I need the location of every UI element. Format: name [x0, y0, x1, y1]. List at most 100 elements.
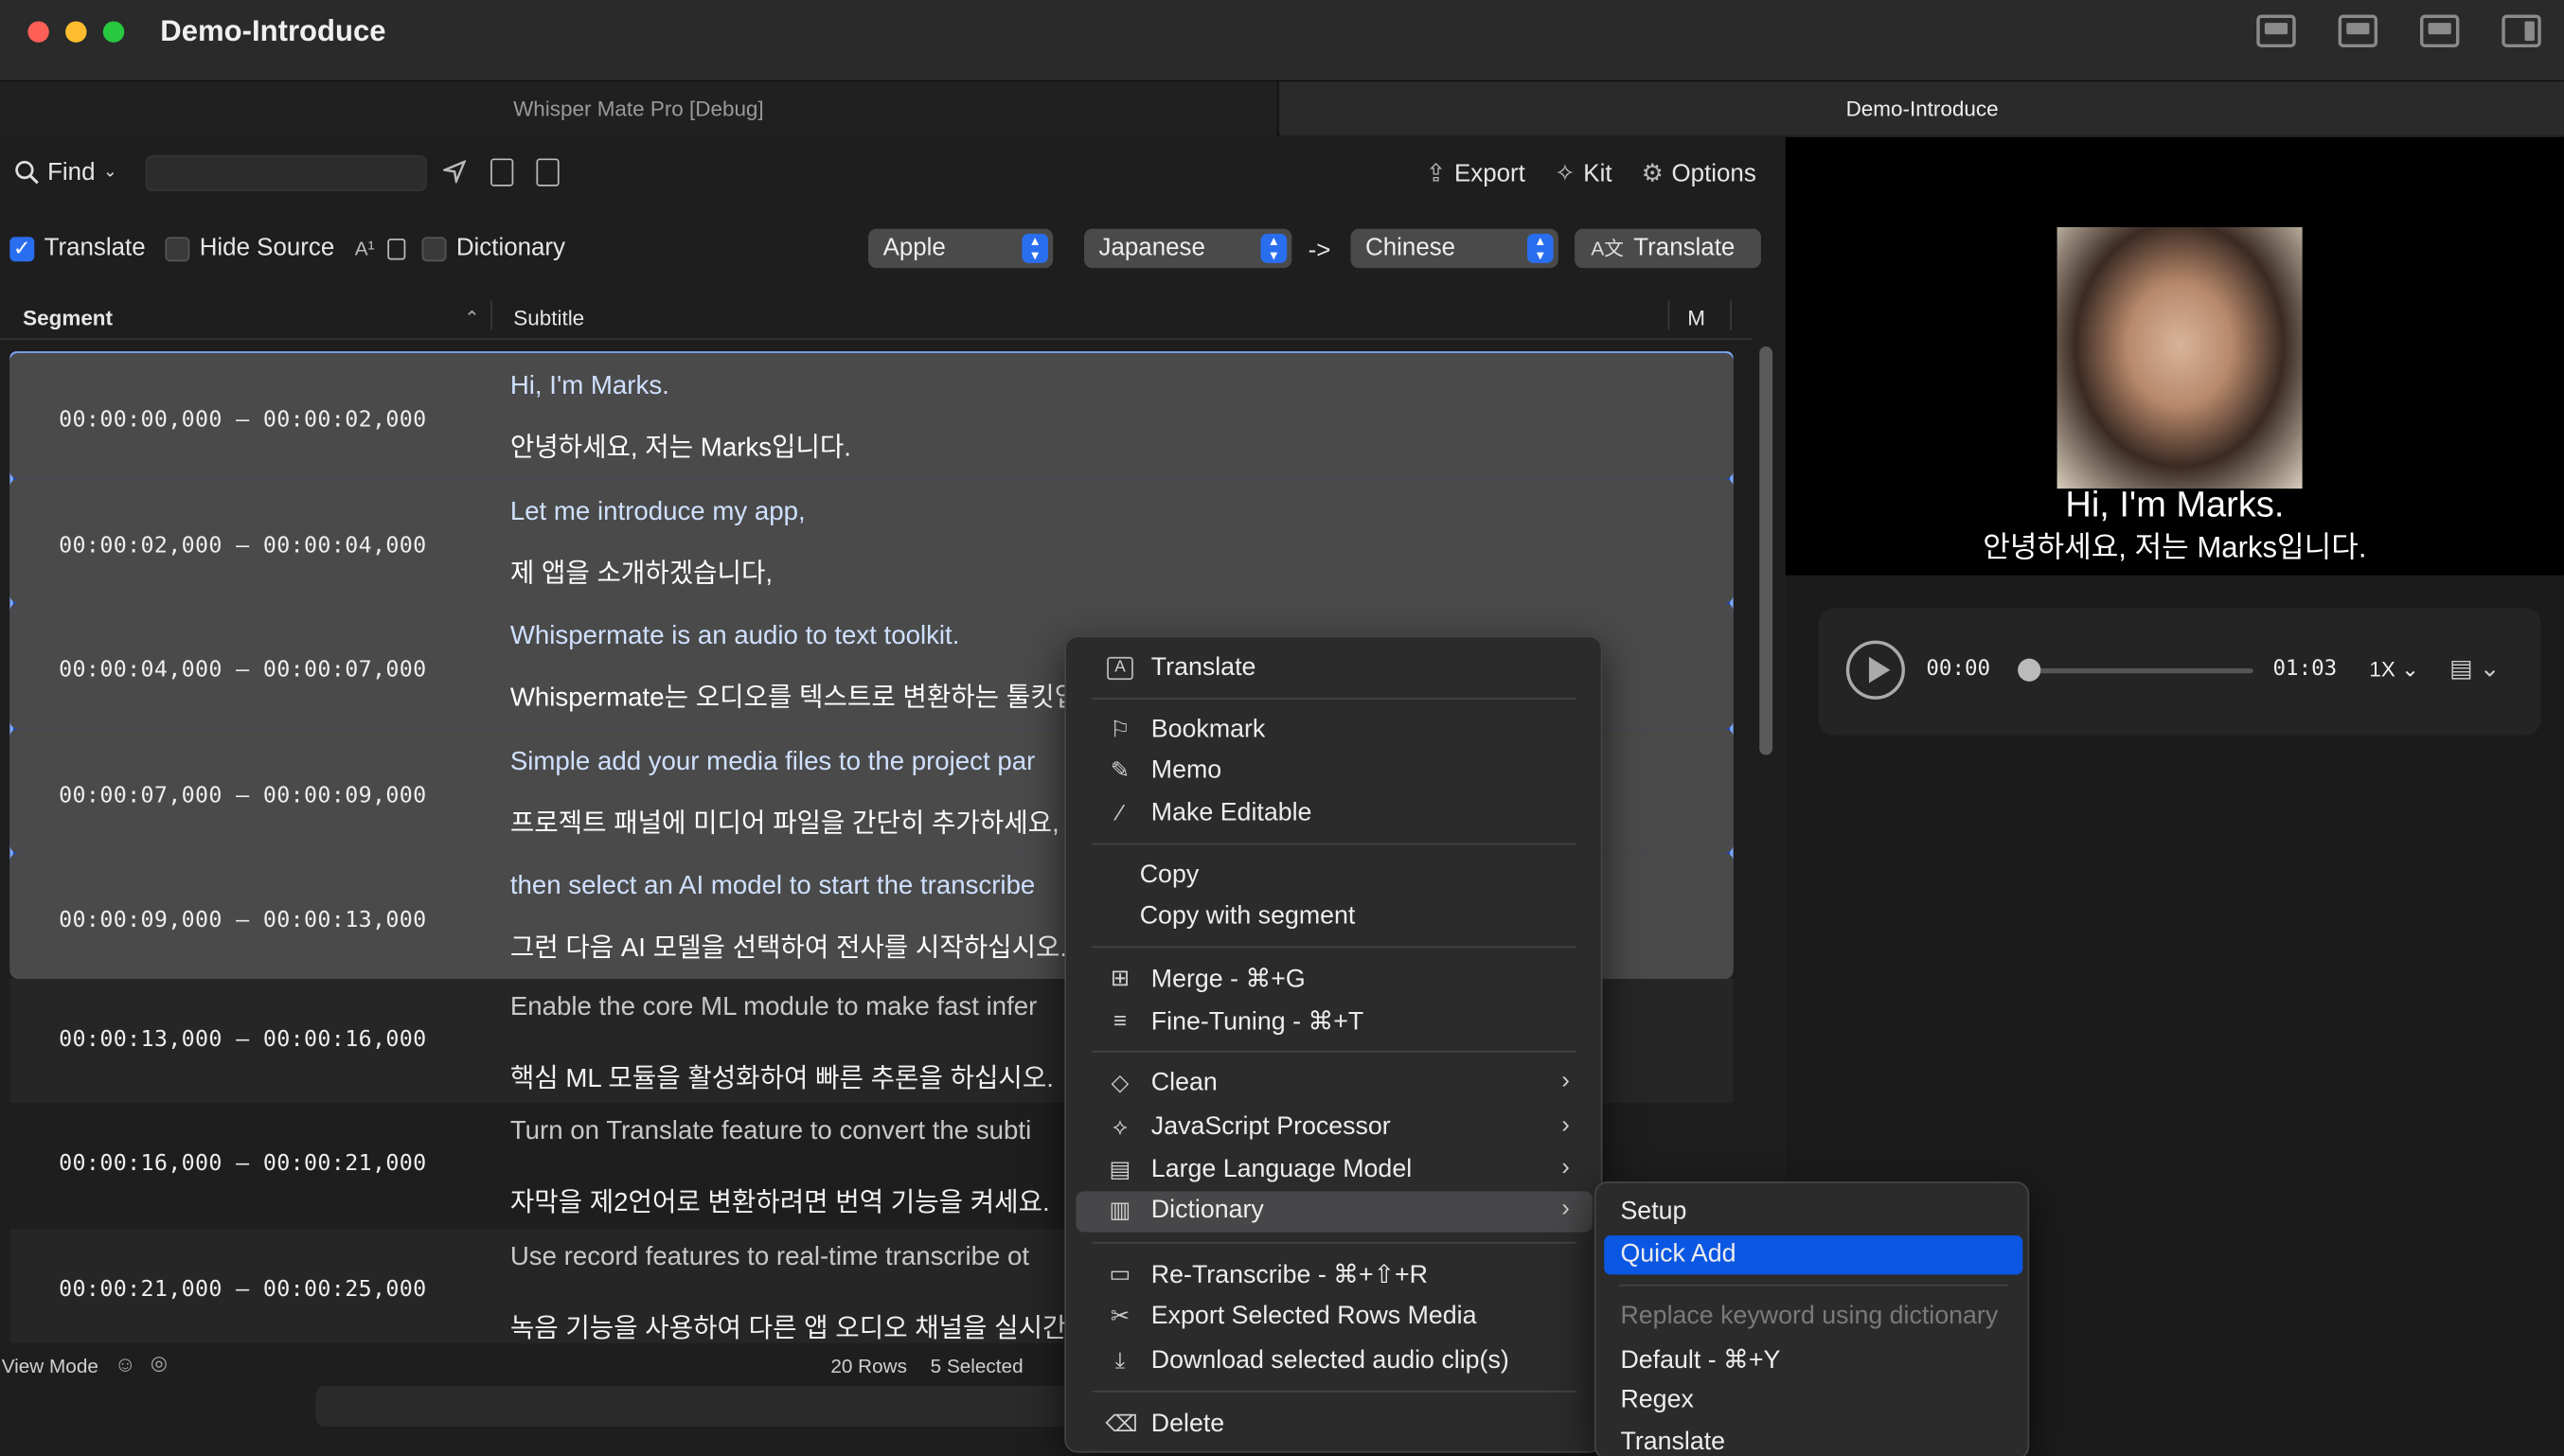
engine-select[interactable]: Apple ▴ ▾ [868, 228, 1054, 269]
menu-item-download-audio[interactable]: ⤓ Download selected audio clip(s) [1076, 1341, 1593, 1380]
source-text[interactable]: Whispermate is an audio to text toolkit. [510, 618, 960, 657]
submenu-header-replace-keyword: Replace keyword using dictionary [1604, 1298, 2022, 1337]
menu-label: Delete [1150, 1410, 1225, 1439]
menu-divider [1092, 698, 1576, 700]
menu-item-clean[interactable]: ◇ Clean › [1076, 1064, 1593, 1103]
selected-count: 5 Selected [930, 1355, 1024, 1378]
kit-button[interactable]: ✧ Kit [1555, 158, 1612, 187]
submenu-item-regex[interactable]: Regex [1604, 1381, 2022, 1420]
progress-knob[interactable] [2018, 658, 2041, 682]
column-divider[interactable] [1667, 300, 1670, 330]
play-icon[interactable] [1845, 640, 1905, 700]
tab-demo-introduce[interactable]: Demo-Introduce [1280, 81, 2564, 136]
header-segment[interactable]: Segment [23, 306, 113, 330]
chevron-right-icon: › [1561, 1067, 1570, 1095]
layout-top-icon[interactable] [2419, 14, 2460, 48]
fingerprint-icon[interactable]: ◎ [151, 1352, 168, 1375]
submenu-item-default[interactable]: Default - ⌘+Y [1604, 1340, 2022, 1378]
menu-item-fine-tuning[interactable]: ≡ Fine-Tuning - ⌘+T [1076, 1002, 1593, 1040]
source-text[interactable]: then select an AI model to start the tra… [510, 868, 1035, 907]
progress-track[interactable] [2027, 668, 2253, 674]
view-mode-label[interactable]: View Mode [2, 1355, 98, 1377]
source-text[interactable]: Let me introduce my app, [510, 492, 806, 531]
menu-item-large-language-model[interactable]: ▤ Large Language Model › [1076, 1150, 1593, 1189]
submenu-item-quick-add[interactable]: Quick Add [1604, 1235, 2023, 1275]
menu-item-export-selected-rows-media[interactable]: ✂ Export Selected Rows Media [1076, 1298, 1593, 1337]
translated-text[interactable]: 자막을 제2언어로 변환하려면 번역 기능을 켜세요. [510, 1180, 1050, 1218]
search-input[interactable] [145, 154, 427, 191]
source-text[interactable]: Enable the core ML module to make fast i… [510, 993, 1038, 1022]
font-size-icon[interactable]: A¹ [355, 237, 375, 259]
table-row[interactable]: 00:00:02,000 – 00:00:04,000 Let me intro… [9, 477, 1734, 603]
translated-text[interactable]: 제 앱을 소개하겠습니다, [510, 555, 773, 594]
table-scrollbar[interactable] [1759, 346, 1773, 755]
layout-center-icon[interactable] [2338, 14, 2378, 48]
translated-text[interactable]: Whispermate는 오디오를 텍스트로 변환하는 툴킷입 [510, 680, 1078, 719]
smiley-icon[interactable]: ☺ [115, 1352, 136, 1376]
options-button[interactable]: ⚙ Options [1642, 158, 1756, 187]
dictionary-checkbox[interactable] [421, 237, 447, 262]
menu-label: Memo [1150, 756, 1222, 785]
source-text[interactable]: Hi, I'm Marks. [510, 367, 669, 406]
table-row[interactable]: 00:00:00,000 – 00:00:02,000 Hi, I'm Mark… [9, 352, 1734, 478]
source-language-select[interactable]: Japanese ▴ ▾ [1084, 228, 1292, 269]
caption-source: Hi, I'm Marks. [2065, 483, 2285, 525]
header-m[interactable]: M [1687, 306, 1705, 330]
layout-media-icon[interactable] [2256, 14, 2296, 48]
menu-item-memo[interactable]: ✎ Memo [1076, 752, 1593, 790]
translated-text[interactable]: 녹음 기능을 사용하여 다른 앱 오디오 채널을 실시간으 [510, 1305, 1091, 1343]
translated-text[interactable]: 프로젝트 패널에 미디어 파일을 간단히 추가하세요, [510, 805, 1059, 843]
translated-text[interactable]: 핵심 ML 모듈을 활성화하여 빠른 추론을 하십시오. [510, 1055, 1054, 1093]
column-divider[interactable] [1730, 300, 1732, 330]
menu-label: JavaScript Processor [1150, 1112, 1391, 1141]
hide-source-checkbox[interactable] [165, 237, 190, 262]
column-divider[interactable] [490, 300, 492, 330]
menu-item-make-editable[interactable]: ⁄ Make Editable [1076, 794, 1593, 833]
submenu-item-setup[interactable]: Setup [1604, 1193, 2022, 1232]
slash-icon: ⁄ [1117, 799, 1123, 826]
menu-label: Export Selected Rows Media [1150, 1302, 1477, 1331]
menu-item-translate[interactable]: A Translate [1076, 648, 1593, 687]
document-icon[interactable] [536, 158, 560, 186]
locate-icon[interactable] [443, 160, 467, 184]
translate-label: Translate [44, 233, 146, 262]
submenu-item-translate[interactable]: Translate [1604, 1424, 2022, 1456]
page-icon[interactable] [490, 158, 514, 186]
subtitle-mode-icon[interactable]: ▤ ⌄ [2449, 653, 2500, 683]
header-subtitle[interactable]: Subtitle [513, 306, 584, 330]
menu-item-delete[interactable]: ⌫ Delete [1076, 1406, 1593, 1445]
translate-button[interactable]: A文 Translate [1575, 228, 1761, 269]
target-language-select[interactable]: Chinese ▴ ▾ [1350, 228, 1558, 269]
translated-text[interactable]: 그런 다음 AI 모델을 선택하여 전사를 시작하십시오. [510, 930, 1067, 968]
translated-text[interactable]: 안녕하세요, 저는 Marks입니다. [510, 430, 851, 469]
zoom-window-button[interactable] [102, 21, 125, 43]
menu-item-bookmark[interactable]: ⚐ Bookmark [1076, 711, 1593, 750]
close-window-button[interactable] [27, 21, 49, 43]
menu-item-merge[interactable]: ⊞ Merge - ⌘+G [1076, 959, 1593, 998]
note-icon[interactable] [387, 239, 406, 260]
minimize-window-button[interactable] [65, 21, 87, 43]
source-text[interactable]: Turn on Translate feature to convert the… [510, 1118, 1031, 1147]
export-button[interactable]: ⇪ Export [1426, 158, 1525, 187]
menu-item-re-transcribe[interactable]: ▭ Re-Transcribe - ⌘+⇧+R [1076, 1255, 1593, 1294]
source-text[interactable]: Simple add your media files to the proje… [510, 743, 1035, 782]
search-icon [15, 160, 39, 185]
translate-checkbox[interactable] [9, 236, 35, 262]
menu-divider [1092, 1241, 1576, 1244]
source-text[interactable]: Use record features to real-time transcr… [510, 1243, 1029, 1272]
menu-item-copy-with-segment[interactable]: Copy with segment [1076, 897, 1593, 936]
find-menu[interactable]: Find ⌄ [15, 158, 117, 186]
speed-select[interactable]: 1X ⌄ [2369, 657, 2419, 684]
tab-whisper-mate[interactable]: Whisper Mate Pro [Debug] [0, 81, 1279, 136]
video-preview[interactable]: Hi, I'm Marks. 안녕하세요, 저는 Marks입니다. [1785, 137, 2564, 576]
menu-label: Dictionary [1150, 1196, 1264, 1224]
menu-item-dictionary[interactable]: ▥ Dictionary › [1076, 1191, 1594, 1233]
menu-item-copy[interactable]: Copy [1076, 857, 1593, 896]
translate-button-label: Translate [1633, 233, 1736, 262]
sort-ascending-icon[interactable]: ⌃ [464, 308, 479, 328]
find-label: Find [47, 158, 96, 186]
menu-item-javascript-processor[interactable]: ⟡ JavaScript Processor › [1076, 1108, 1593, 1146]
target-language-value: Chinese [1365, 233, 1456, 262]
chevron-right-icon: › [1561, 1110, 1570, 1140]
layout-sidebar-icon[interactable] [2502, 14, 2541, 48]
